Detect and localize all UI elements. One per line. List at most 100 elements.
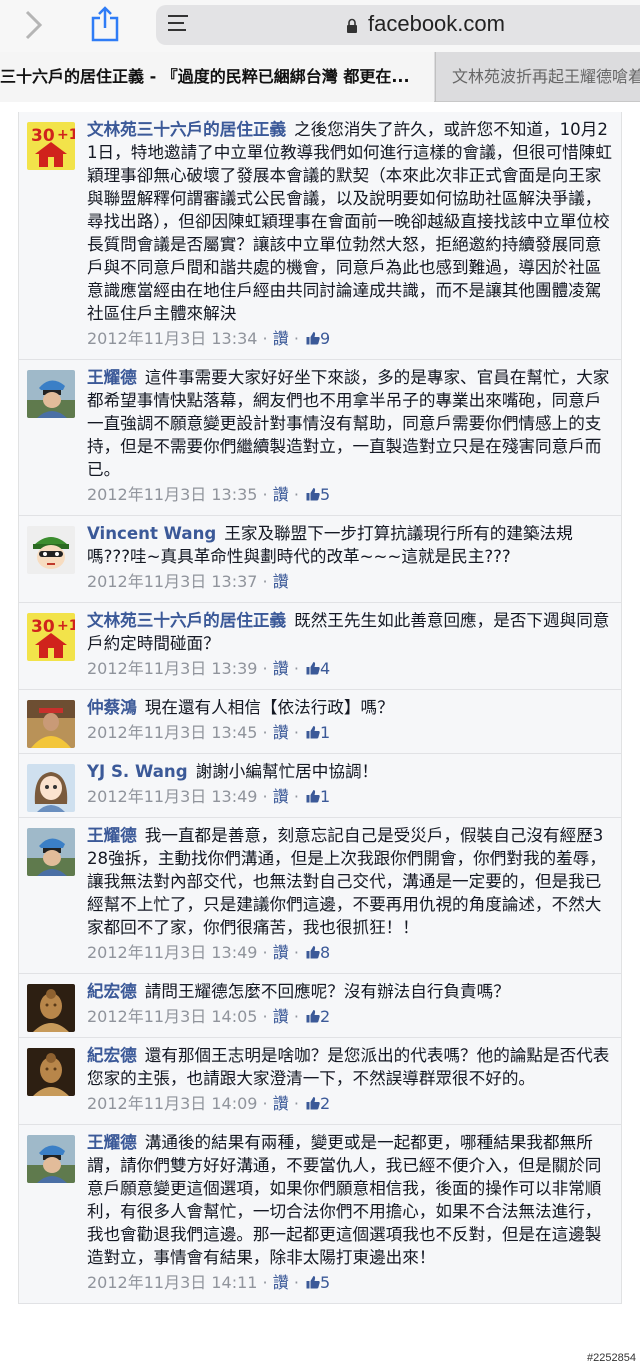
comment-author[interactable]: 紀宏德 (87, 982, 137, 1001)
comment-text: 還有那個王志明是啥咖？是您派出的代表嗎？他的論點是否代表您家的主張，也請跟大家澄… (87, 1046, 610, 1088)
page-content: 30 +1 文林苑三十六戶的居住正義 之後您消失了許久，或許您不知道，10月21日，特… (0, 102, 640, 1366)
comment-body: 王耀德 溝通後的結果有兩種，變更或是一起都更，哪種結果我都無所謂，請你們雙方好好溝… (87, 1131, 613, 1269)
lock-icon (347, 18, 357, 33)
comment-item: 紀宏德 請問王耀德怎麼不回應呢？沒有辦法自行負責嗎？ 2012年11月3日 14:0… (19, 974, 621, 1038)
comment-body: 王耀德 我一直都是善意，刻意忘記自己是受災戶，假裝自己沒有經歷328強拆，主動找你… (87, 824, 613, 939)
comment-timestamp[interactable]: 2012年11月3日 13:37 (87, 572, 257, 591)
comment-text: 我一直都是善意，刻意忘記自己是受災戶，假裝自己沒有經歷328強拆，主動找你們溝通… (87, 826, 606, 937)
comment-item: 王耀德 我一直都是善意，刻意忘記自己是受災戶，假裝自己沒有經歷328強拆，主動找你… (19, 818, 621, 974)
thumbs-up-icon (306, 328, 320, 345)
comment-timestamp[interactable]: 2012年11月3日 13:49 (87, 787, 257, 806)
like-button[interactable]: 讚 (273, 1273, 289, 1292)
avatar[interactable]: 30 +1 (27, 122, 75, 170)
comment-meta: 2012年11月3日 14:05 · 讚 · 2 (87, 1007, 331, 1026)
like-count[interactable]: 2 (320, 1007, 330, 1026)
comment-author[interactable]: 文林苑三十六戶的居住正義 (87, 611, 286, 630)
comment-text: 之後您消失了許久，或許您不知道，10月21日，特地邀請了中立單位教導我們如何進行… (87, 120, 612, 323)
thumbs-up-icon (306, 484, 320, 501)
comment-body: Vincent Wang 王家及聯盟下一步打算抗議現行所有的建築法規嗎???哇~真… (87, 522, 613, 568)
comment-timestamp[interactable]: 2012年11月3日 13:45 (87, 723, 257, 742)
comment-body: 仲蔡鴻 現在還有人相信【依法行政】嗎？ (87, 696, 613, 719)
comment-body: 紀宏德 請問王耀德怎麼不回應呢？沒有辦法自行負責嗎？ (87, 980, 613, 1003)
comment-author[interactable]: 王耀德 (87, 826, 137, 845)
tab-bar: 三十六戶的居住正義 - 『過度的民粹已綑綁台灣 都更在... 文林苑波折再起王耀… (0, 52, 640, 102)
avatar[interactable]: 30 +1 (27, 613, 75, 661)
avatar[interactable] (27, 700, 75, 748)
comment-item: 30 +1 文林苑三十六戶的居住正義 既然王先生如此善意回應，是否下週與同意戶約定時間… (19, 603, 621, 690)
comment-author[interactable]: 文林苑三十六戶的居住正義 (87, 120, 286, 139)
thumbs-up-icon (306, 942, 320, 959)
comment-author[interactable]: 王耀德 (87, 1133, 137, 1152)
address-bar[interactable]: facebook.com (156, 5, 640, 45)
comment-meta: 2012年11月3日 13:49 · 讚 · 1 (87, 787, 331, 806)
like-count[interactable]: 8 (320, 943, 330, 962)
svg-text:+1: +1 (57, 127, 75, 143)
comment-item: 王耀德 溝通後的結果有兩種，變更或是一起都更，哪種結果我都無所謂，請你們雙方好好溝… (19, 1125, 621, 1304)
thumbs-up-icon (306, 658, 320, 675)
like-button[interactable]: 讚 (273, 329, 289, 348)
thumbs-up-icon (306, 722, 320, 739)
comment-timestamp[interactable]: 2012年11月3日 13:49 (87, 943, 257, 962)
comment-author[interactable]: Vincent Wang (87, 524, 216, 543)
comment-author[interactable]: YJ S. Wang (87, 762, 188, 781)
like-count[interactable]: 4 (320, 659, 330, 678)
comment-item: 王耀德 這件事需要大家好好坐下來談，多的是專家、官員在幫忙，大家都希望事情快點落幕… (19, 360, 621, 516)
comment-author[interactable]: 紀宏德 (87, 1046, 137, 1065)
thumbs-up-icon (306, 1272, 320, 1289)
comment-body: YJ S. Wang 謝謝小編幫忙居中協調！ (87, 760, 613, 783)
avatar[interactable] (27, 828, 75, 876)
comment-author[interactable]: 仲蔡鴻 (87, 698, 137, 717)
avatar[interactable] (27, 984, 75, 1032)
forward-arrow-icon[interactable] (18, 8, 48, 42)
like-button[interactable]: 讚 (273, 723, 289, 742)
comment-text: 溝通後的結果有兩種，變更或是一起都更，哪種結果我都無所謂，請你們雙方好好溝通，不… (87, 1133, 602, 1267)
comment-timestamp[interactable]: 2012年11月3日 13:35 (87, 485, 257, 504)
comment-text: 謝謝小編幫忙居中協調！ (195, 762, 379, 781)
svg-text:+1: +1 (57, 618, 75, 634)
url-text: facebook.com (368, 11, 505, 36)
thumbs-up-icon (306, 1093, 320, 1110)
share-icon[interactable] (88, 4, 122, 44)
comment-meta: 2012年11月3日 13:39 · 讚 · 4 (87, 658, 331, 678)
comment-thread: 30 +1 文林苑三十六戶的居住正義 之後您消失了許久，或許您不知道，10月21日，特… (18, 112, 622, 1304)
like-count[interactable]: 2 (320, 1094, 330, 1113)
comment-text: 請問王耀德怎麼不回應呢？沒有辦法自行負責嗎？ (144, 982, 510, 1001)
like-count[interactable]: 9 (320, 329, 330, 348)
avatar[interactable] (27, 764, 75, 812)
comment-item: 仲蔡鴻 現在還有人相信【依法行政】嗎？ 2012年11月3日 13:45 · 讚 ·… (19, 690, 621, 754)
comment-author[interactable]: 王耀德 (87, 368, 137, 387)
comment-item: Vincent Wang 王家及聯盟下一步打算抗議現行所有的建築法規嗎???哇~真… (19, 516, 621, 603)
like-button[interactable]: 讚 (273, 787, 289, 806)
tab-inactive[interactable]: 文林苑波折再起王耀德嗆着 (435, 52, 640, 102)
like-button[interactable]: 讚 (273, 1007, 289, 1026)
like-button[interactable]: 讚 (273, 572, 289, 591)
comment-meta: 2012年11月3日 13:34 · 讚 · 9 (87, 328, 331, 348)
like-button[interactable]: 讚 (273, 659, 289, 678)
comment-body: 文林苑三十六戶的居住正義 既然王先生如此善意回應，是否下週與同意戶約定時間碰面？ (87, 609, 613, 655)
like-count[interactable]: 5 (320, 1273, 330, 1292)
comment-item: 紀宏德 還有那個王志明是啥咖？是您派出的代表嗎？他的論點是否代表您家的主張，也請跟… (19, 1038, 621, 1125)
like-count[interactable]: 5 (320, 485, 330, 504)
comment-timestamp[interactable]: 2012年11月3日 13:34 (87, 329, 257, 348)
avatar[interactable] (27, 1048, 75, 1096)
comment-meta: 2012年11月3日 13:37 · 讚 (87, 572, 289, 591)
comment-text: 現在還有人相信【依法行政】嗎？ (144, 698, 394, 717)
avatar[interactable] (27, 526, 75, 574)
comment-timestamp[interactable]: 2012年11月3日 13:39 (87, 659, 257, 678)
reader-menu-icon[interactable] (168, 15, 188, 33)
like-button[interactable]: 讚 (273, 1094, 289, 1113)
comment-timestamp[interactable]: 2012年11月3日 14:11 (87, 1273, 257, 1292)
like-button[interactable]: 讚 (273, 485, 289, 504)
comment-timestamp[interactable]: 2012年11月3日 14:09 (87, 1094, 257, 1113)
comment-meta: 2012年11月3日 14:11 · 讚 · 5 (87, 1272, 331, 1292)
avatar[interactable] (27, 370, 75, 418)
like-count[interactable]: 1 (320, 787, 330, 806)
like-button[interactable]: 讚 (273, 943, 289, 962)
comment-meta: 2012年11月3日 13:49 · 讚 · 8 (87, 942, 331, 962)
avatar[interactable] (27, 1135, 75, 1183)
comment-meta: 2012年11月3日 13:45 · 讚 · 1 (87, 722, 331, 742)
comment-item: YJ S. Wang 謝謝小編幫忙居中協調！ 2012年11月3日 13:49 · … (19, 754, 621, 818)
tab-active[interactable]: 三十六戶的居住正義 - 『過度的民粹已綑綁台灣 都更在... (0, 52, 434, 102)
like-count[interactable]: 1 (320, 723, 330, 742)
comment-timestamp[interactable]: 2012年11月3日 14:05 (87, 1007, 257, 1026)
